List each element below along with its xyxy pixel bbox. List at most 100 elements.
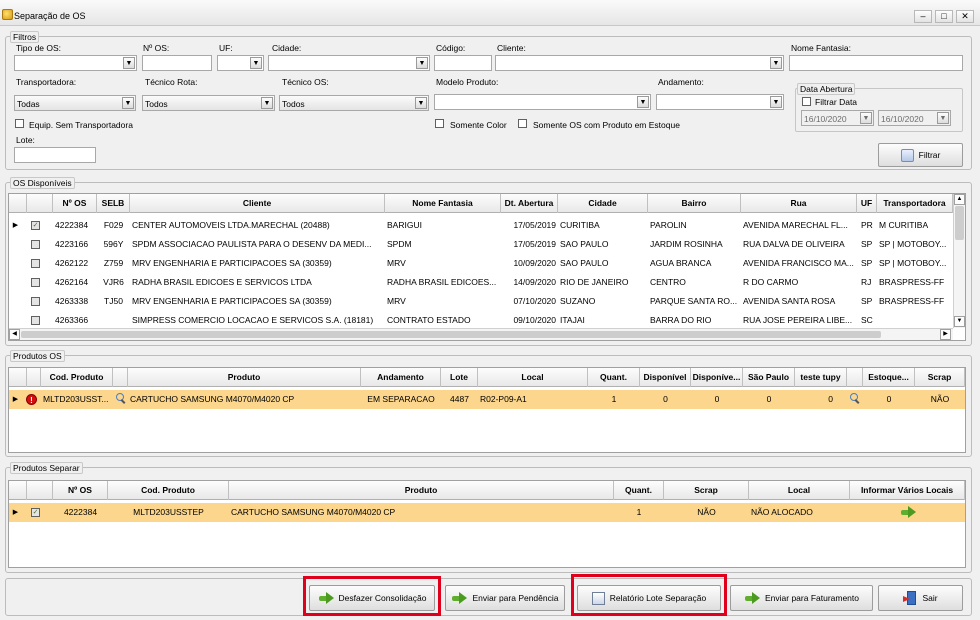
col-cod-produto[interactable]: Cod. Produto <box>108 481 229 500</box>
col-lote[interactable]: Lote <box>441 368 478 387</box>
scroll-right-icon[interactable]: ▶ <box>940 329 951 340</box>
row-checkbox[interactable] <box>31 259 40 268</box>
transportadora-select[interactable]: Todas ▼ <box>14 95 136 111</box>
scroll-up-icon[interactable]: ▲ <box>954 194 965 205</box>
scroll-left-icon[interactable]: ◀ <box>9 329 20 340</box>
sair-button[interactable]: Sair <box>878 585 963 611</box>
num-os-input[interactable] <box>142 55 212 71</box>
cell-scrap: NÃO <box>930 394 950 404</box>
col-scrap[interactable]: Scrap <box>915 368 965 387</box>
data-fim-picker[interactable]: 16/10/2020 ▼ <box>878 110 951 126</box>
scroll-thumb[interactable] <box>21 331 881 338</box>
row-checkbox[interactable]: ✓ <box>31 508 40 517</box>
col-quant[interactable]: Quant. <box>614 481 664 500</box>
tecnico-os-select[interactable]: Todos ▼ <box>279 95 429 111</box>
col-quant[interactable]: Quant. <box>588 368 640 387</box>
col-informar-varios-locais[interactable]: Informar Vários Locais <box>850 481 965 500</box>
col-selb[interactable]: SELB <box>97 194 130 213</box>
col-andamento[interactable]: Andamento <box>361 368 441 387</box>
row-checkbox[interactable]: ✓ <box>31 221 40 230</box>
tecnico-rota-select[interactable]: Todos ▼ <box>142 95 275 111</box>
col-estoque[interactable]: Estoque... <box>863 368 915 387</box>
nome-fantasia-input[interactable] <box>789 55 963 71</box>
table-row[interactable]: ▶ ! MLTD203USST... CARTUCHO SAMSUNG M407… <box>9 390 965 409</box>
enviar-faturamento-button[interactable]: Enviar para Faturamento <box>730 585 873 611</box>
col-bairro[interactable]: Bairro <box>648 194 741 213</box>
cell-fantasia: BARIGUI <box>387 220 422 230</box>
search-icon[interactable] <box>849 393 859 403</box>
col-sao-paulo[interactable]: São Paulo <box>743 368 795 387</box>
uf-select[interactable]: ▼ <box>217 55 264 71</box>
os-grid-horizontal-scrollbar[interactable]: ◀ ▶ <box>9 328 953 340</box>
scroll-down-icon[interactable]: ▼ <box>954 316 965 327</box>
col-cidade[interactable]: Cidade <box>558 194 648 213</box>
col-local[interactable]: Local <box>478 368 588 387</box>
cell-cidade: SUZANO <box>560 296 596 306</box>
col-produto[interactable]: Produto <box>229 481 614 500</box>
cell-uf: SP <box>861 296 873 306</box>
cliente-label: Cliente: <box>497 43 526 53</box>
table-row[interactable]: 4262122 Z759 MRV ENGENHARIA E PARTICIPAC… <box>9 254 965 273</box>
col-cod-produto[interactable]: Cod. Produto <box>41 368 113 387</box>
cell-produto: CARTUCHO SAMSUNG M4070/M4020 CP <box>130 394 295 404</box>
table-row[interactable]: 4263366 SIMPRESS COMERCIO LOCACAO E SERV… <box>9 311 965 328</box>
row-checkbox[interactable] <box>31 278 40 287</box>
search-icon[interactable] <box>115 393 125 403</box>
error-icon: ! <box>26 394 37 405</box>
col-cliente[interactable]: Cliente <box>130 194 385 213</box>
uf-label: UF: <box>219 43 233 53</box>
green-arrow-icon[interactable] <box>900 506 916 519</box>
lote-input[interactable] <box>14 147 96 163</box>
cell-selb: Z759 <box>103 258 124 268</box>
title-bar: Separação de OS – □ ✕ <box>0 0 980 26</box>
filtrar-button[interactable]: Filtrar <box>878 143 963 167</box>
cell-transp: BRASPRESS-FF <box>879 277 945 287</box>
row-checkbox[interactable] <box>31 297 40 306</box>
maximize-button[interactable]: □ <box>935 10 953 23</box>
filtrar-data-checkbox[interactable] <box>802 97 811 106</box>
col-scrap[interactable]: Scrap <box>664 481 749 500</box>
scroll-thumb[interactable] <box>955 206 964 240</box>
enviar-pendencia-button[interactable]: Enviar para Pendência <box>445 585 565 611</box>
faturamento-label: Enviar para Faturamento <box>764 593 860 603</box>
os-grid-vertical-scrollbar[interactable]: ▲ ▼ <box>953 194 965 328</box>
table-row[interactable]: ▶ ✓ 4222384 F029 CENTER AUTOMOVEIS LTDA.… <box>9 216 965 235</box>
close-button[interactable]: ✕ <box>956 10 974 23</box>
col-local[interactable]: Local <box>749 481 850 500</box>
col-num-os[interactable]: Nº OS <box>53 481 108 500</box>
cell-os: 4263366 <box>55 315 89 325</box>
cell-rua: RUA DALVA DE OLIVEIRA <box>743 239 845 249</box>
row-checkbox[interactable] <box>31 316 40 325</box>
minimize-button[interactable]: – <box>914 10 932 23</box>
table-row[interactable]: 4262164 VJR6 RADHA BRASIL EDICOES E SERV… <box>9 273 965 292</box>
table-row[interactable]: 4263338 TJ50 MRV ENGENHARIA E PARTICIPAC… <box>9 292 965 311</box>
equip-sem-transp-checkbox[interactable] <box>15 119 24 128</box>
table-row[interactable]: 4223166 596Y SPDM ASSOCIACAO PAULISTA PA… <box>9 235 965 254</box>
col-uf[interactable]: UF <box>857 194 877 213</box>
filtrar-button-label: Filtrar <box>918 150 941 160</box>
green-arrow-icon <box>451 591 468 605</box>
somente-os-estoque-checkbox[interactable] <box>518 119 527 128</box>
produtos-os-legend: Produtos OS <box>10 350 65 362</box>
col-teste-tupy[interactable]: teste tupy <box>795 368 847 387</box>
cell-fantasia: MRV <box>387 296 406 306</box>
data-inicio-picker[interactable]: 16/10/2020 ▼ <box>801 110 874 126</box>
col-nome-fantasia[interactable]: Nome Fantasia <box>385 194 501 213</box>
modelo-produto-select[interactable]: ▼ <box>434 94 651 110</box>
col-produto[interactable]: Produto <box>128 368 361 387</box>
row-checkbox[interactable] <box>31 240 40 249</box>
col-rua[interactable]: Rua <box>741 194 857 213</box>
somente-color-checkbox[interactable] <box>435 119 444 128</box>
andamento-select[interactable]: ▼ <box>656 94 784 110</box>
col-num-os[interactable]: Nº OS <box>53 194 97 213</box>
cliente-select[interactable]: ▼ <box>495 55 784 71</box>
tipo-os-select[interactable]: ▼ <box>14 55 137 71</box>
col-dt-abertura[interactable]: Dt. Abertura <box>501 194 558 213</box>
codigo-input[interactable] <box>434 55 492 71</box>
cidade-select[interactable]: ▼ <box>268 55 430 71</box>
col-disponivel-2[interactable]: Disponíve... <box>691 368 743 387</box>
table-row[interactable]: ▶ ✓ 4222384 MLTD203USSTEP CARTUCHO SAMSU… <box>9 503 965 522</box>
current-row-icon: ▶ <box>12 222 19 229</box>
col-disponivel[interactable]: Disponível <box>640 368 691 387</box>
col-transportadora[interactable]: Transportadora <box>877 194 953 213</box>
